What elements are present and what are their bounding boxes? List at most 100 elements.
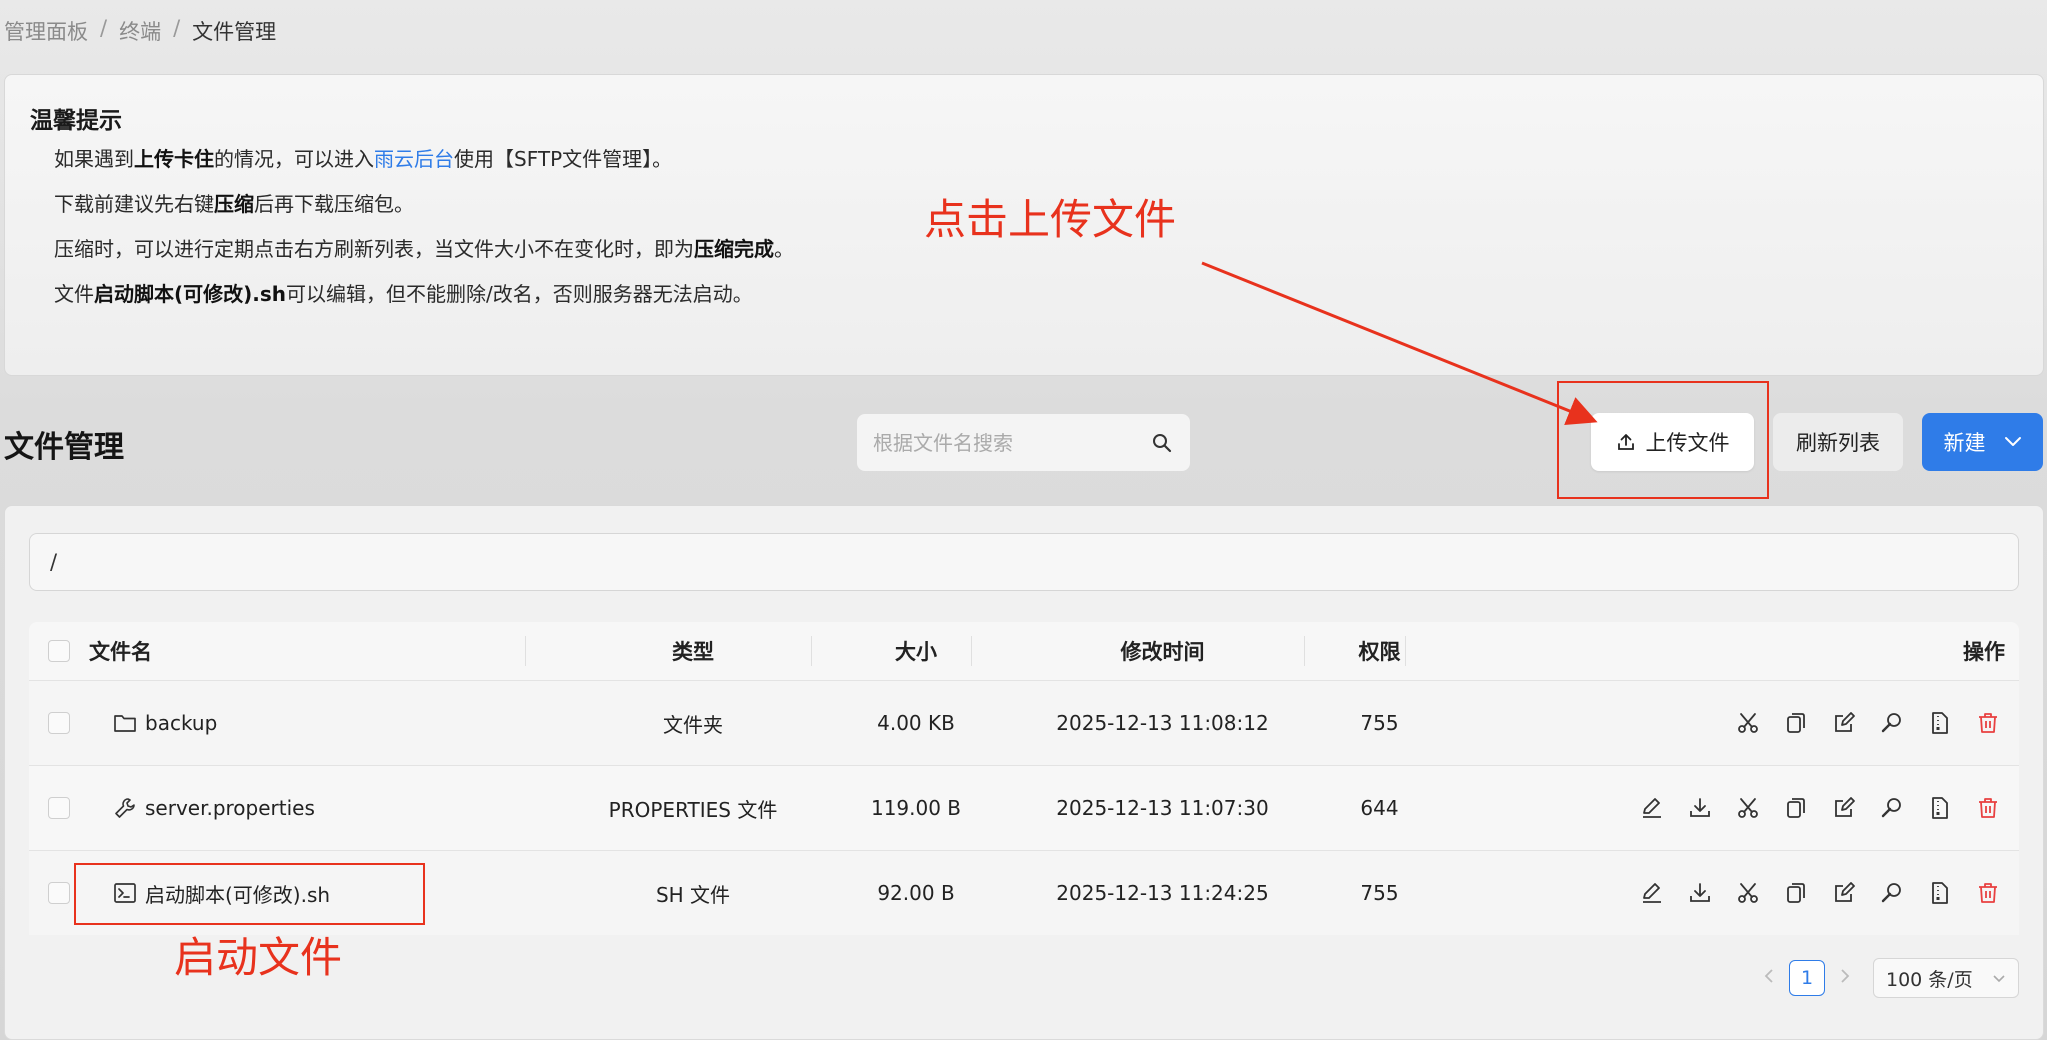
compress-icon[interactable] (1927, 710, 1953, 736)
tip-line-download: 下载前建议先右键压缩后再下载压缩包。 (54, 188, 414, 217)
current-path: / (50, 550, 58, 574)
prev-page-icon[interactable] (1763, 967, 1775, 989)
tip-text: 的情况，可以进入 (214, 147, 374, 171)
tip-text: 可以编辑，但不能删除/改名，否则服务器无法启动。 (286, 282, 753, 306)
tip-text: 如果遇到 (54, 147, 134, 171)
file-perm: 644 (1360, 796, 1399, 820)
row-checkbox[interactable] (48, 797, 70, 819)
delete-icon[interactable] (1975, 710, 2001, 736)
row-checkbox[interactable] (48, 712, 70, 734)
tip-line-script: 文件启动脚本(可修改).sh可以编辑，但不能删除/改名，否则服务器无法启动。 (54, 278, 753, 307)
tip-text: 后再下载压缩包。 (254, 192, 414, 216)
search-icon[interactable] (1150, 431, 1174, 455)
upload-annotation-label: 点击上传文件 (924, 195, 1177, 244)
delete-icon[interactable] (1975, 880, 2001, 906)
header-size: 大小 (895, 640, 937, 664)
copy-icon[interactable] (1783, 880, 1809, 906)
column-divider (525, 636, 526, 666)
start-file-annotation-label: 启动文件 (174, 933, 343, 982)
row-actions (1430, 710, 2019, 736)
tip-text: 文件 (54, 282, 94, 306)
delete-icon[interactable] (1975, 795, 2001, 821)
breadcrumb-separator: / (100, 16, 108, 40)
table-row[interactable]: server.properties PROPERTIES 文件 119.00 B… (29, 765, 2019, 850)
chevron-down-icon (2004, 436, 2022, 448)
refresh-list-button[interactable]: 刷新列表 (1773, 413, 1903, 471)
header-perm: 权限 (1358, 640, 1401, 664)
column-divider (971, 636, 972, 666)
next-page-icon[interactable] (1839, 967, 1851, 989)
header-time: 修改时间 (1120, 640, 1205, 664)
tip-text: 压缩时，可以进行定期点击右方刷新列表，当文件大小不在变化时，即为 (54, 237, 694, 261)
search-file-icon[interactable] (1879, 795, 1905, 821)
tip-emphasis: 压缩 (214, 192, 254, 216)
tip-emphasis: 启动脚本(可修改).sh (94, 282, 287, 306)
file-time: 2025-12-13 11:08:12 (1056, 711, 1269, 735)
file-name[interactable]: backup (145, 711, 217, 735)
wrench-icon (113, 796, 137, 820)
compress-icon[interactable] (1927, 795, 1953, 821)
cut-icon[interactable] (1735, 795, 1761, 821)
new-button[interactable]: 新建 (1922, 413, 2043, 471)
edit-icon[interactable] (1639, 880, 1665, 906)
start-file-highlight-box (74, 863, 425, 925)
copy-icon[interactable] (1783, 710, 1809, 736)
file-type: 文件夹 (663, 712, 723, 737)
download-icon[interactable] (1687, 880, 1713, 906)
copy-icon[interactable] (1783, 795, 1809, 821)
search-box (857, 414, 1190, 471)
column-divider (811, 636, 812, 666)
tip-text: 使用【SFTP文件管理】。 (454, 147, 673, 171)
breadcrumb-item-current: 文件管理 (192, 20, 277, 44)
rename-icon[interactable] (1831, 880, 1857, 906)
file-type: PROPERTIES 文件 (608, 797, 778, 822)
tip-emphasis: 上传卡住 (134, 147, 214, 171)
folder-icon (113, 711, 137, 735)
file-type: SH 文件 (655, 882, 731, 907)
row-actions (1430, 795, 2019, 821)
cut-icon[interactable] (1735, 710, 1761, 736)
file-size: 4.00 KB (877, 711, 955, 735)
rename-icon[interactable] (1831, 795, 1857, 821)
breadcrumb-item-terminal[interactable]: 终端 (119, 16, 161, 46)
page-size-value: 100 条/页 (1886, 968, 1973, 991)
compress-icon[interactable] (1927, 880, 1953, 906)
pagination: 1 100 条/页 (1763, 958, 2019, 998)
breadcrumb-item-panel[interactable]: 管理面板 (4, 16, 88, 46)
rainyun-backend-link[interactable]: 雨云后台 (374, 147, 454, 171)
page-number[interactable]: 1 (1789, 960, 1825, 996)
file-time: 2025-12-13 11:07:30 (1056, 796, 1269, 820)
file-name[interactable]: server.properties (145, 796, 315, 820)
header-name: 文件名 (89, 640, 152, 664)
column-divider (1405, 636, 1406, 666)
tip-emphasis: 压缩完成 (694, 237, 774, 261)
edit-icon[interactable] (1639, 795, 1665, 821)
header-ops: 操作 (1963, 640, 2005, 664)
upload-highlight-box (1557, 381, 1769, 499)
tip-line-upload: 如果遇到上传卡住的情况，可以进入雨云后台使用【SFTP文件管理】。 (54, 143, 672, 172)
select-all-checkbox[interactable] (48, 640, 70, 662)
page-title: 文件管理 (4, 430, 124, 465)
search-file-icon[interactable] (1879, 710, 1905, 736)
table-row[interactable]: backup 文件夹 4.00 KB 2025-12-13 11:08:12 7… (29, 680, 2019, 765)
search-input[interactable] (873, 430, 1150, 455)
header-type: 类型 (672, 640, 714, 664)
download-icon[interactable] (1687, 795, 1713, 821)
tips-title: 温馨提示 (30, 108, 122, 134)
file-size: 92.00 B (877, 881, 955, 905)
path-bar[interactable]: / (29, 533, 2019, 591)
tip-text: 下载前建议先右键 (54, 192, 214, 216)
table-header: 文件名 类型 大小 修改时间 权限 操作 (29, 622, 2019, 680)
file-perm: 755 (1360, 711, 1399, 735)
tip-text: 。 (774, 237, 794, 261)
search-file-icon[interactable] (1879, 880, 1905, 906)
page-size-select[interactable]: 100 条/页 (1873, 958, 2019, 998)
rename-icon[interactable] (1831, 710, 1857, 736)
chevron-down-icon (1992, 967, 2006, 989)
file-size: 119.00 B (870, 796, 962, 820)
row-checkbox[interactable] (48, 882, 70, 904)
cut-icon[interactable] (1735, 880, 1761, 906)
new-label: 新建 (1943, 431, 1986, 455)
file-time: 2025-12-13 11:24:25 (1056, 881, 1269, 905)
column-divider (1304, 636, 1305, 666)
